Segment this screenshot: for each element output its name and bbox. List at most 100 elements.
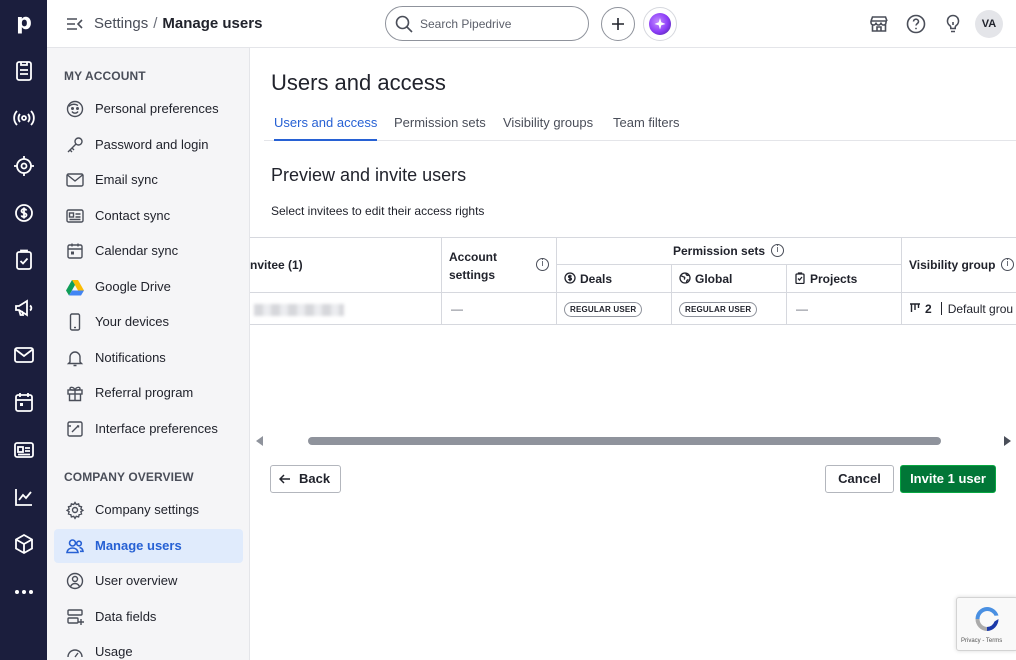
data-fields-icon xyxy=(65,607,85,627)
breadcrumb-separator: / xyxy=(153,15,158,32)
global-permission-badge[interactable]: REGULAR USER xyxy=(679,302,758,317)
top-bar: Settings /Manage users VA xyxy=(47,0,1016,48)
visibility-group-icon xyxy=(910,303,920,312)
tab-bar: Users and access Permission sets Visibil… xyxy=(264,106,1016,141)
marketplace-icon[interactable] xyxy=(868,13,890,35)
search-input[interactable] xyxy=(420,15,580,33)
lightbulb-icon[interactable] xyxy=(942,13,964,35)
sparkle-icon xyxy=(649,13,671,35)
tasks-icon[interactable] xyxy=(12,248,36,272)
recaptcha-icon xyxy=(975,607,999,631)
app-rail: p xyxy=(0,0,47,660)
insights-icon[interactable] xyxy=(12,485,36,509)
sidebar-item-label: User overview xyxy=(95,573,178,588)
sidebar-item-email-sync[interactable]: Email sync xyxy=(54,163,243,197)
quick-add-button[interactable] xyxy=(601,7,635,41)
leads-icon[interactable] xyxy=(12,106,36,130)
ai-assistant-button[interactable] xyxy=(643,7,677,41)
sidebar-item-password-and-login[interactable]: Password and login xyxy=(54,128,243,162)
visibility-name: Default grou xyxy=(947,302,1014,316)
invitee-cell xyxy=(250,293,441,324)
scroll-right-arrow-icon[interactable] xyxy=(1004,436,1011,446)
sidebar-item-manage-users[interactable]: Manage users xyxy=(54,529,243,563)
sidebar-item-your-devices[interactable]: Your devices xyxy=(54,305,243,339)
avatar[interactable]: VA xyxy=(975,10,1003,38)
contacts-icon[interactable] xyxy=(12,154,36,178)
table-divider xyxy=(671,265,672,324)
info-icon[interactable]: i xyxy=(1001,258,1014,271)
billing-icon[interactable] xyxy=(12,201,36,225)
sidebar-item-label: Data fields xyxy=(95,609,157,624)
gear-icon xyxy=(65,500,85,520)
table-divider xyxy=(556,264,901,265)
back-button[interactable]: Back xyxy=(270,465,341,493)
back-label: Back xyxy=(299,471,331,486)
collapse-menu-icon[interactable] xyxy=(65,14,85,34)
scrollbar-thumb[interactable] xyxy=(308,437,941,445)
scroll-left-arrow-icon[interactable] xyxy=(256,436,263,446)
sidebar-item-company-settings[interactable]: Company settings xyxy=(54,493,243,527)
contacts-card-icon[interactable] xyxy=(12,438,36,462)
bell-icon xyxy=(65,348,85,368)
sidebar-item-referral-program[interactable]: Referral program xyxy=(54,376,243,410)
settings-sidebar: MY ACCOUNT Personal preferences Password… xyxy=(47,48,250,660)
sidebar-item-data-fields[interactable]: Data fields xyxy=(54,600,243,634)
calendar-icon[interactable] xyxy=(12,390,36,414)
more-icon[interactable] xyxy=(12,580,36,604)
info-icon[interactable]: i xyxy=(771,244,784,257)
products-icon[interactable] xyxy=(12,532,36,556)
pipedrive-logo[interactable]: p xyxy=(11,9,37,37)
sidebar-item-label: Usage xyxy=(95,644,133,659)
sidebar-item-calendar-sync[interactable]: Calendar sync xyxy=(54,234,243,268)
column-header-global: Global xyxy=(679,272,732,286)
visibility-group-value[interactable]: 2 Default grou xyxy=(909,302,1013,316)
column-header-permission-sets: Permission sets xyxy=(673,244,766,258)
search-box[interactable] xyxy=(385,6,589,41)
breadcrumb: Settings / Manage users xyxy=(94,15,262,33)
table-divider xyxy=(901,238,902,324)
sidebar-item-label: Calendar sync xyxy=(95,243,179,258)
table-divider xyxy=(556,238,557,324)
sidebar-item-contact-sync[interactable]: Contact sync xyxy=(54,199,243,233)
sidebar-item-label: Interface preferences xyxy=(95,421,218,436)
breadcrumb-settings[interactable]: Settings xyxy=(94,15,148,32)
invite-button[interactable]: Invite 1 user xyxy=(900,465,996,493)
column-header-visibility-group: Visibility group xyxy=(909,258,996,272)
deals-label: Deals xyxy=(580,272,613,286)
recaptcha-links[interactable]: Privacy - Terms xyxy=(961,638,1002,644)
sidebar-item-usage[interactable]: Usage xyxy=(54,635,243,660)
projects-permission-value[interactable]: — xyxy=(796,302,808,316)
cancel-button[interactable]: Cancel xyxy=(825,465,894,493)
horizontal-scrollbar[interactable] xyxy=(250,434,1016,448)
tab-team-filters[interactable]: Team filters xyxy=(613,115,679,141)
table-divider xyxy=(786,265,787,324)
sidebar-item-notifications[interactable]: Notifications xyxy=(54,341,243,375)
column-header-invitee[interactable]: nvitee (1) xyxy=(250,258,303,272)
account-settings-value[interactable]: — xyxy=(451,302,463,316)
sidebar-item-personal-preferences[interactable]: Personal preferences xyxy=(54,92,243,126)
help-icon[interactable] xyxy=(905,13,927,35)
tab-users-and-access[interactable]: Users and access xyxy=(274,115,378,141)
sidebar-item-label: Google Drive xyxy=(95,279,171,294)
tab-visibility-groups[interactable]: Visibility groups xyxy=(503,115,593,141)
globe-icon xyxy=(679,272,691,284)
sidebar-item-label: Email sync xyxy=(95,172,158,187)
arrow-left-icon xyxy=(279,474,290,484)
mail-icon[interactable] xyxy=(12,343,36,367)
deals-icon[interactable] xyxy=(12,59,36,83)
sidebar-item-interface-preferences[interactable]: Interface preferences xyxy=(54,412,243,446)
recaptcha-badge[interactable]: Privacy - Terms xyxy=(956,597,1016,651)
interface-icon xyxy=(65,419,85,439)
table-divider xyxy=(441,238,442,324)
sidebar-item-label: Contact sync xyxy=(95,208,171,223)
sidebar-item-user-overview[interactable]: User overview xyxy=(54,564,243,598)
column-header-projects: Projects xyxy=(794,272,857,286)
tab-permission-sets[interactable]: Permission sets xyxy=(394,115,486,141)
sidebar-item-google-drive[interactable]: Google Drive xyxy=(54,270,243,304)
campaigns-icon[interactable] xyxy=(12,296,36,320)
google-drive-icon xyxy=(65,277,85,297)
column-header-deals: Deals xyxy=(564,272,612,286)
info-icon[interactable]: i xyxy=(536,258,549,271)
sidebar-item-label: Password and login xyxy=(95,137,209,152)
deals-permission-badge[interactable]: REGULAR USER xyxy=(564,302,643,317)
